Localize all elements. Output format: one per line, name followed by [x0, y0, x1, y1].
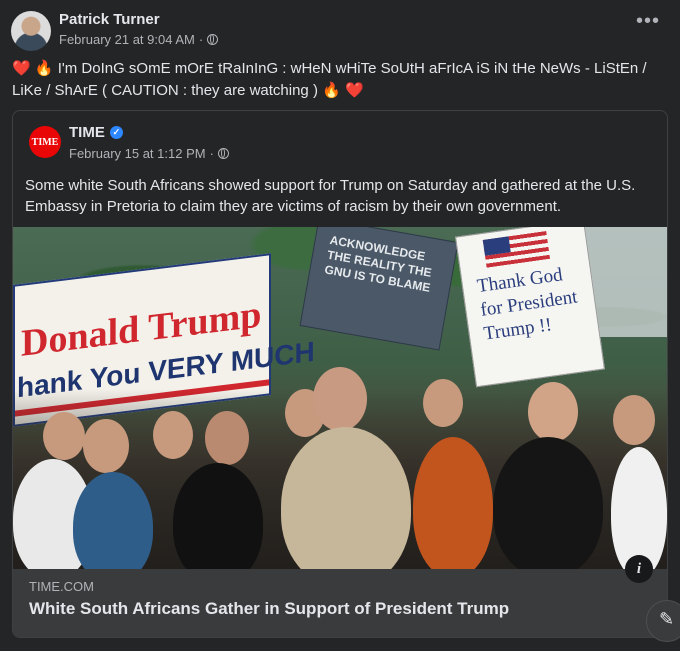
person-head — [528, 382, 578, 442]
shared-meta-separator: · — [209, 146, 214, 161]
time-logo[interactable]: TIME — [29, 126, 61, 158]
edit-icon: ✎ — [659, 609, 675, 629]
sign-left-text: ACKNOWLEDGE THE REALITY THE GNU IS TO BL… — [323, 232, 433, 295]
shared-timestamp[interactable]: February 15 at 1:12 PM — [69, 146, 206, 161]
link-headline[interactable]: White South Africans Gather in Support o… — [29, 599, 509, 619]
heart-emoji-end: ❤️ — [344, 82, 364, 99]
compose-message-button[interactable]: ✎ — [646, 600, 680, 642]
link-preview-footer[interactable]: i TIME.COM White South Africans Gather i… — [13, 555, 667, 637]
person-head — [43, 412, 85, 460]
facebook-post: Patrick Turner February 21 at 9:04 AM · … — [0, 0, 680, 651]
author-name[interactable]: Patrick Turner — [59, 11, 160, 28]
person-head — [83, 419, 129, 473]
shared-body-text: Some white South Africans showed support… — [25, 177, 636, 215]
person-body — [611, 447, 667, 569]
link-domain: TIME.COM — [29, 579, 94, 594]
globe-icon — [207, 34, 219, 45]
post-timestamp[interactable]: February 21 at 9:04 AM — [59, 32, 195, 47]
person-head — [205, 411, 249, 465]
protest-sign-right: Thank God for President Trump !! — [455, 227, 605, 388]
globe-icon — [217, 148, 229, 159]
sign-right-text: Thank God for President Trump !! — [475, 264, 579, 345]
post-meta: February 21 at 9:04 AM · — [59, 32, 219, 47]
person-head — [313, 367, 367, 431]
meta-separator: · — [198, 32, 204, 47]
fire-emoji: 🔥 — [34, 60, 54, 77]
author-avatar[interactable] — [11, 11, 51, 51]
info-icon[interactable]: i — [625, 555, 653, 583]
person-head — [153, 411, 193, 459]
shared-page-name-row: TIME ✓ — [69, 124, 123, 141]
more-options-icon[interactable]: ••• — [636, 11, 660, 31]
person-head — [423, 379, 463, 427]
shared-meta: February 15 at 1:12 PM · — [69, 146, 229, 161]
person-head — [613, 395, 655, 445]
fire-emoji-end: 🔥 — [322, 82, 341, 99]
heart-emoji: ❤️ — [12, 60, 31, 77]
news-photo[interactable]: Donald Trump hank You VERY MUCH ACKNOWLE… — [13, 227, 667, 569]
person-body — [493, 437, 603, 569]
shared-page-name[interactable]: TIME — [69, 124, 105, 141]
person-body — [413, 437, 493, 569]
us-flag-icon — [482, 231, 551, 268]
shared-post-card[interactable]: TIME TIME ✓ February 15 at 1:12 PM · Som… — [12, 110, 668, 638]
verified-badge-icon: ✓ — [109, 126, 123, 139]
post-message: ❤️ 🔥 I'm DoInG sOmE mOrE tRaInInG : wHeN… — [12, 58, 668, 102]
